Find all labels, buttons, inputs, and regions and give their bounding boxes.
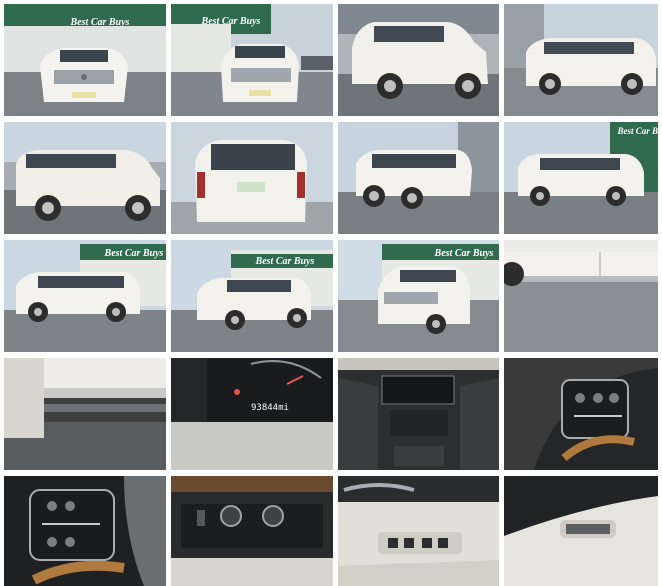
photo-door-detail[interactable] xyxy=(504,240,658,352)
dealer-sign-text-4: Best Car Buys xyxy=(104,248,164,259)
odometer-readout: 93844mi xyxy=(251,403,289,413)
photo-center-console[interactable] xyxy=(338,358,499,470)
photo-side-street[interactable] xyxy=(4,122,166,234)
photo-seat-controls[interactable] xyxy=(171,476,333,586)
photo-front-lot-2[interactable]: Best Car Buys xyxy=(171,240,333,352)
dealer-sign-text-3: Best Car Buys xyxy=(616,126,658,136)
photo-steering-controls[interactable] xyxy=(504,358,658,470)
photo-window-switch[interactable] xyxy=(504,476,658,586)
photo-front-lot-3[interactable]: Best Car Buys xyxy=(338,240,499,352)
dealer-sign-text-2: Best Car Buys xyxy=(201,16,261,27)
photo-rear-three-quarter[interactable] xyxy=(504,4,658,116)
photo-front-lot[interactable]: Best Car Buys xyxy=(4,4,166,116)
dealer-sign-text: Best Car Buys xyxy=(70,17,130,28)
photo-side-profile[interactable]: Best Car Buys xyxy=(504,122,658,234)
photo-side-lot[interactable] xyxy=(338,4,499,116)
photo-side-lot-2[interactable]: Best Car Buys xyxy=(4,240,166,352)
photo-front-three-quarter[interactable]: Best Car Buys xyxy=(171,4,333,116)
photo-gallery: Best Car Buys Best Car Buys Best Car B B… xyxy=(0,0,662,586)
photo-steering-controls-2[interactable] xyxy=(4,476,166,586)
photo-rear-side[interactable] xyxy=(338,122,499,234)
photo-odometer[interactable]: 93844mi xyxy=(171,358,333,470)
photo-door-panel[interactable] xyxy=(338,476,499,586)
dealer-sign-text-6: Best Car Buys xyxy=(434,248,494,259)
dealer-sign-text-5: Best Car Buys xyxy=(255,256,315,267)
photo-running-board[interactable] xyxy=(4,358,166,470)
photo-rear[interactable] xyxy=(171,122,333,234)
